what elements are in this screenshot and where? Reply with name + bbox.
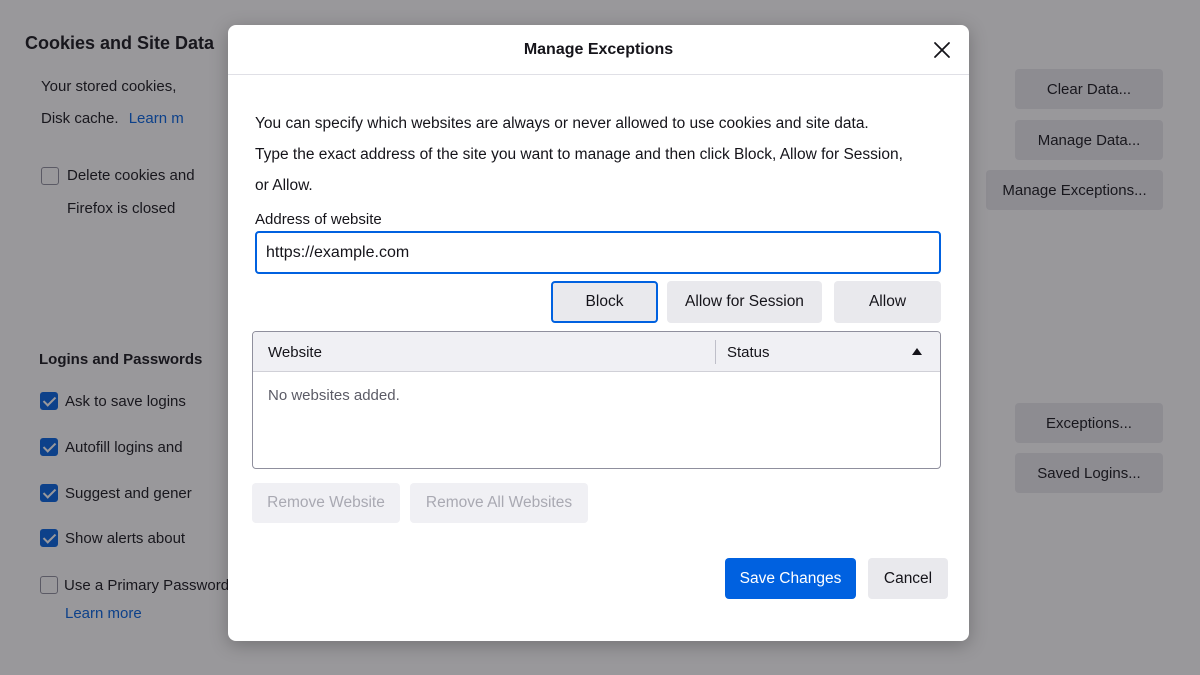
table-header: Website Status (253, 332, 940, 372)
address-label: Address of website (255, 211, 382, 228)
description-line-1: You can specify which websites are alway… (255, 115, 869, 132)
manage-exceptions-dialog: Manage Exceptions You can specify which … (228, 25, 969, 641)
sort-ascending-icon (912, 348, 922, 355)
column-header-website[interactable]: Website (268, 344, 322, 361)
save-changes-button[interactable]: Save Changes (725, 558, 856, 599)
column-divider[interactable] (715, 340, 716, 364)
column-header-status[interactable]: Status (727, 344, 770, 361)
empty-table-message: No websites added. (268, 387, 400, 404)
cancel-button[interactable]: Cancel (868, 558, 948, 599)
remove-website-button[interactable]: Remove Website (252, 483, 400, 523)
description-line-3: or Allow. (255, 177, 313, 194)
allow-button[interactable]: Allow (834, 281, 941, 323)
remove-all-websites-button[interactable]: Remove All Websites (410, 483, 588, 523)
dialog-title: Manage Exceptions (523, 41, 674, 58)
allow-for-session-button[interactable]: Allow for Session (667, 281, 822, 323)
description-line-2: Type the exact address of the site you w… (255, 146, 903, 163)
block-button[interactable]: Block (551, 281, 658, 323)
dialog-header: Manage Exceptions (228, 25, 969, 75)
exceptions-table: Website Status No websites added. (252, 331, 941, 469)
address-input[interactable] (255, 231, 941, 274)
close-icon[interactable] (929, 37, 955, 63)
